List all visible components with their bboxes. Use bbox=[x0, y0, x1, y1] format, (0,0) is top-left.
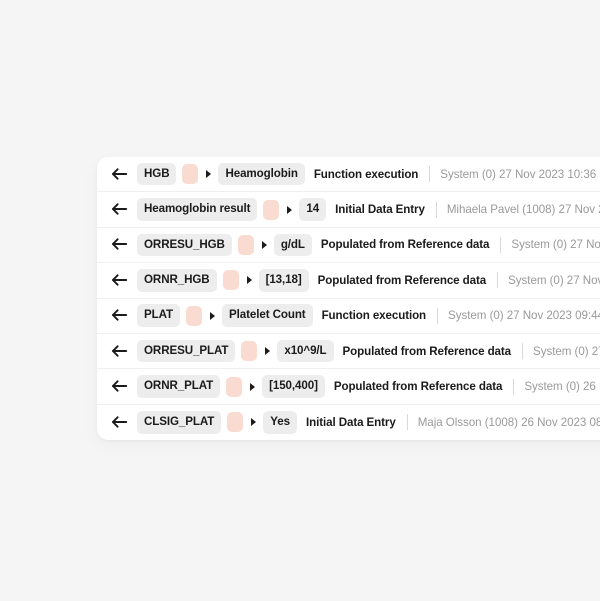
row-divider bbox=[522, 343, 524, 360]
audit-meta: System (0) 27 Nov 2023 10: bbox=[511, 238, 600, 252]
new-value-chip: Heamoglobin bbox=[218, 162, 305, 186]
table-row[interactable]: HGB Heamoglobin Function execution System (… bbox=[97, 157, 600, 193]
caret-right-icon bbox=[206, 170, 212, 179]
table-row[interactable]: ORRESU_PLAT x10^9/L Populated from Referen… bbox=[97, 334, 600, 370]
new-value-chip: [150,400] bbox=[262, 375, 325, 398]
new-value-chip: Platelet Count bbox=[222, 304, 313, 328]
row-divider bbox=[435, 201, 437, 218]
old-value-chip bbox=[182, 164, 199, 185]
action-label: Populated from Reference data bbox=[333, 380, 503, 394]
new-value-chip: g/dL bbox=[273, 233, 312, 257]
row-divider bbox=[500, 236, 502, 253]
old-value-chip bbox=[227, 412, 244, 433]
new-value-chip: x10^9/L bbox=[277, 339, 334, 363]
audit-meta: System (0) 27 Nov 2023 09:44 CET bbox=[448, 309, 600, 323]
action-label: Initial Data Entry bbox=[306, 415, 396, 429]
action-label: Initial Data Entry bbox=[335, 203, 425, 217]
table-row[interactable]: ORNR_HGB [13,18] Populated from Reference … bbox=[97, 263, 600, 299]
audit-meta: System (0) 27 Nov 2023 bbox=[533, 344, 600, 358]
row-divider bbox=[429, 166, 431, 183]
table-row[interactable]: ORRESU_HGB g/dL Populated from Reference d… bbox=[97, 228, 600, 264]
caret-right-icon bbox=[261, 240, 267, 249]
caret-right-icon bbox=[210, 311, 216, 320]
table-row[interactable]: CLSIG_PLAT Yes Initial Data Entry Maja Olss… bbox=[97, 405, 600, 440]
field-code-chip: ORRESU_HGB bbox=[137, 233, 232, 257]
row-divider bbox=[437, 307, 439, 324]
new-value-chip: [13,18] bbox=[258, 269, 309, 292]
table-row[interactable]: Heamoglobin result 14 Initial Data Entry Mi… bbox=[97, 192, 600, 228]
caret-right-icon bbox=[246, 276, 252, 285]
row-divider bbox=[406, 414, 408, 431]
audit-meta: System (0) 27 Nov 2023 09:5 bbox=[508, 273, 600, 287]
field-code-chip: PLAT bbox=[137, 304, 181, 328]
field-code-chip: CLSIG_PLAT bbox=[137, 411, 222, 434]
row-divider bbox=[513, 378, 515, 395]
audit-meta: System (0) 26 Nov 20231 bbox=[524, 380, 600, 394]
old-value-chip bbox=[263, 199, 280, 220]
old-value-chip bbox=[226, 376, 243, 397]
caret-right-icon bbox=[250, 382, 256, 391]
field-code-chip: ORRESU_PLAT bbox=[137, 339, 236, 363]
action-label: Populated from Reference data bbox=[320, 238, 490, 252]
arrow-left-icon[interactable] bbox=[111, 309, 128, 322]
action-label: Populated from Reference data bbox=[317, 273, 487, 287]
audit-meta: System (0) 27 Nov 2023 10:36 CET bbox=[440, 167, 600, 181]
arrow-left-icon[interactable] bbox=[111, 274, 128, 287]
arrow-left-icon[interactable] bbox=[111, 416, 128, 429]
field-code-chip: Heamoglobin result bbox=[137, 198, 258, 221]
field-code-chip: ORNR_HGB bbox=[137, 269, 217, 292]
arrow-left-icon[interactable] bbox=[111, 203, 128, 216]
caret-right-icon bbox=[251, 418, 257, 427]
old-value-chip bbox=[186, 305, 203, 326]
screen-background: HGB Heamoglobin Function execution System (… bbox=[0, 0, 600, 601]
action-label: Function execution bbox=[313, 167, 419, 181]
action-label: Populated from Reference data bbox=[342, 344, 512, 358]
audit-meta: Mihaela Pavel (1008) 27 Nov 2023 10:24 bbox=[446, 203, 600, 217]
audit-trail-card: HGB Heamoglobin Function execution System (… bbox=[97, 157, 600, 441]
old-value-chip bbox=[241, 341, 258, 362]
caret-right-icon bbox=[265, 347, 271, 356]
arrow-left-icon[interactable] bbox=[111, 168, 128, 181]
field-code-chip: HGB bbox=[137, 162, 177, 186]
new-value-chip: 14 bbox=[299, 198, 327, 221]
table-row[interactable]: PLAT Platelet Count Function execution Syst… bbox=[97, 299, 600, 334]
field-code-chip: ORNR_PLAT bbox=[137, 375, 221, 398]
arrow-left-icon[interactable] bbox=[111, 238, 128, 251]
audit-meta: Maja Olsson (1008) 26 Nov 2023 08:33 CET bbox=[417, 415, 600, 429]
new-value-chip: Yes bbox=[263, 411, 297, 434]
old-value-chip bbox=[222, 270, 239, 291]
old-value-chip bbox=[237, 234, 254, 255]
arrow-left-icon[interactable] bbox=[111, 380, 128, 393]
caret-right-icon bbox=[287, 205, 293, 214]
table-row[interactable]: ORNR_PLAT [150,400] Populated from Referen… bbox=[97, 369, 600, 405]
arrow-left-icon[interactable] bbox=[111, 344, 128, 358]
action-label: Function execution bbox=[321, 309, 427, 323]
row-divider bbox=[497, 272, 499, 289]
